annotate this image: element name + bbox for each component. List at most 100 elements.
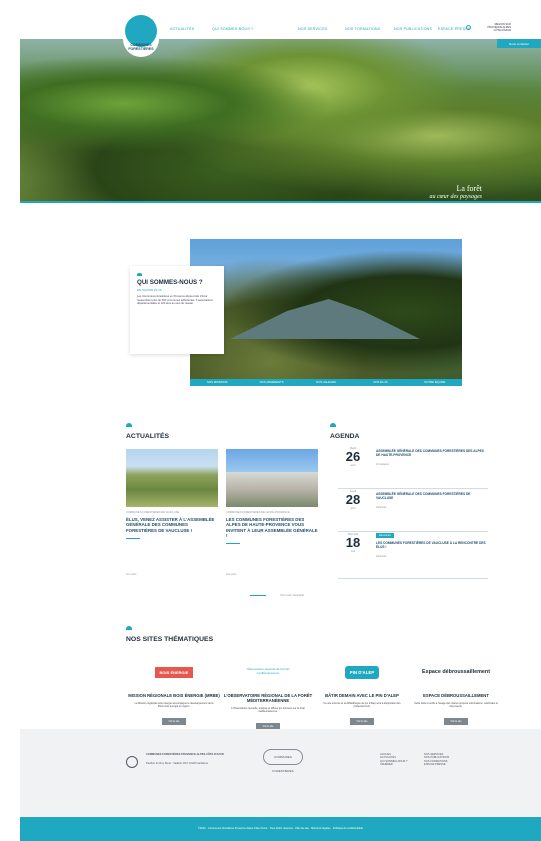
region-logo[interactable]: RÉGION SUD PROVENCE ALPES CÔTE D'AZUR — [483, 23, 512, 32]
site-card: BOIS ÉNERGIE MISSION RÉGIONALE BOIS ÉNER… — [126, 657, 222, 727]
agenda-day: 28 — [345, 492, 361, 507]
footer-links-a: Accueil Actualités Qui sommes-nous ? Adh… — [380, 753, 407, 767]
news-card[interactable]: Communes forestières de Haute-Provence L… — [226, 449, 318, 545]
site-title: BÂTIR DEMAIN AVEC LE PIN D'ALEP — [325, 693, 399, 698]
bois-energie-logo: BOIS ÉNERGIE — [154, 666, 194, 678]
agenda-item-title[interactable]: Les Communes Forestières de Vaucluse à l… — [376, 541, 486, 549]
hero-banner: Nous contacter La forêt au cœur des pays… — [20, 39, 541, 201]
site-button[interactable]: Voir le site — [444, 717, 468, 725]
site-logo[interactable]: PIN D'ALEP — [314, 657, 410, 687]
site-header: COMMUNES FORESTIÈRES Actualités Qui somm… — [20, 9, 541, 57]
footer-link[interactable]: Adhérer — [380, 763, 407, 766]
section-icon — [137, 273, 142, 276]
logo-text: COMMUNES FORESTIÈRES — [128, 43, 154, 51]
news-divider — [226, 543, 240, 545]
agenda-badge: Rencontre — [376, 533, 394, 538]
footer-logo[interactable]: COMMUNES FORESTIÈRES — [263, 749, 303, 773]
agenda-item-title[interactable]: Assemblée générale des Communes Forestiè… — [376, 449, 486, 457]
site-text: Ce site internet et sa bibliothèque de p… — [323, 702, 401, 709]
tab-notre-equipe[interactable]: Notre équipe — [408, 379, 462, 386]
tab-nos-elus[interactable]: Nos élus — [353, 379, 407, 386]
search-icon[interactable] — [466, 25, 471, 30]
agenda-item[interactable]: Mercredi 18 mai Rencontre Les Communes F… — [338, 533, 488, 579]
news-read-more[interactable]: Lire plus — [226, 572, 237, 576]
hero-accent-bar — [20, 201, 541, 203]
debroussaillement-logo: Espace débroussaillement — [421, 669, 490, 675]
site-logo[interactable]: Espace débroussaillement — [408, 657, 504, 687]
pin-alep-logo: PIN D'ALEP — [344, 665, 380, 679]
site-logo[interactable]: COMMUNES FORESTIÈRES — [123, 15, 159, 57]
about-tabs: Nos missions Nos adhérents Nos valeurs N… — [190, 379, 462, 386]
site-text: Cette boîte à outils à l'usage des maire… — [414, 702, 498, 709]
footer-logo-icon — [126, 756, 138, 768]
news-read-more[interactable]: Lire plus — [126, 572, 137, 576]
site-text: La Mission régionale bois énergie accomp… — [134, 702, 214, 709]
agenda-item-title[interactable]: Assemblée générale des Communes Forestiè… — [376, 492, 486, 500]
news-image[interactable] — [226, 449, 318, 507]
site-logo[interactable]: Observatoire régional de la forêt médite… — [220, 657, 316, 687]
site-button[interactable]: Voir le site — [162, 717, 186, 725]
observatoire-logo: Observatoire régional de la forêt médite… — [246, 667, 290, 675]
footer-link[interactable]: Espace presse — [424, 763, 449, 766]
site-card: PIN D'ALEP BÂTIR DEMAIN AVEC LE PIN D'AL… — [314, 657, 410, 727]
site-logo[interactable]: BOIS ÉNERGIE — [126, 657, 222, 687]
agenda-item[interactable]: Jeudi 28 avril Assemblée générale des Co… — [338, 490, 488, 532]
nav-espace-presse[interactable]: Espace presse — [438, 27, 478, 31]
news-pager[interactable] — [250, 595, 266, 596]
agenda-date: Jeudi 28 avril — [338, 490, 368, 510]
about-more-link[interactable]: EN SAVOIR PLUS — [137, 288, 217, 292]
news-card-title[interactable]: Les Communes Forestières des Alpes de Ha… — [226, 517, 318, 538]
page-root: { "header": { "logo_text": "COMMUNES FOR… — [0, 0, 541, 841]
hero-caption-line2: au cœur des paysages — [429, 194, 483, 200]
news-image[interactable] — [126, 449, 218, 507]
news-card[interactable]: Communes forestières de Vaucluse Élus, v… — [126, 449, 218, 539]
agenda-item[interactable]: Mardi 26 avril Assemblée générale des Co… — [338, 447, 488, 489]
agenda-day: 18 — [345, 535, 361, 550]
news-category: Communes forestières de Haute-Provence — [226, 511, 290, 514]
about-box: QUI SOMMES-NOUS ? EN SAVOIR PLUS Les Com… — [130, 266, 224, 354]
hero-caption: La forêt au cœur des paysages — [382, 184, 483, 201]
agenda-month: avril — [350, 507, 356, 510]
about-text: Les Communes forestières en Provence-Alp… — [137, 295, 213, 305]
footer-copyright-bar: ©2022 · Communes forestières Provence-Al… — [20, 817, 541, 841]
agenda-date: Mardi 26 avril — [338, 447, 368, 467]
about-photo — [190, 239, 462, 385]
news-title: ACTUALITÉS — [126, 433, 170, 440]
news-card-title[interactable]: Élus, venez assister à l'assemblée génér… — [126, 517, 218, 533]
nav-nos-formations[interactable]: Nos formations — [345, 27, 385, 31]
agenda-place: Vaucluse — [376, 555, 387, 558]
news-divider — [126, 537, 140, 539]
agenda-date: Mercredi 18 mai — [338, 533, 368, 553]
site-frame: COMMUNES FORESTIÈRES Actualités Qui somm… — [20, 9, 541, 841]
about-title: QUI SOMMES-NOUS ? — [137, 279, 203, 286]
sites-section-icon — [126, 626, 132, 630]
footer-links-b: Nos services Nos publications Nos format… — [424, 753, 449, 767]
site-card: Espace débroussaillement ESPACE DÉBROUSS… — [408, 657, 504, 727]
site-footer: COMMUNES FORESTIÈRES PROVENCE-ALPES-CÔTE… — [20, 729, 541, 817]
agenda-day: 26 — [345, 449, 361, 464]
site-title: ESPACE DÉBROUSSAILLEMENT — [423, 693, 489, 698]
tab-nos-missions[interactable]: Nos missions — [190, 379, 244, 386]
agenda-title: AGENDA — [330, 433, 360, 440]
nav-actualites[interactable]: Actualités — [170, 27, 194, 31]
tab-nos-adherents[interactable]: Nos adhérents — [244, 379, 298, 386]
contact-button[interactable]: Nous contacter — [497, 39, 541, 48]
hero-caption-line1: La forêt — [456, 184, 482, 193]
agenda-month: mai — [350, 550, 356, 553]
nav-qui-sommes-nous[interactable]: Qui sommes-nous ? — [212, 27, 260, 31]
agenda-month: avril — [350, 464, 356, 467]
site-title: L'OBSERVATOIRE RÉGIONAL DE LA FORÊT MÉDI… — [223, 693, 313, 703]
agenda-place: Forcalquier — [376, 463, 389, 466]
news-section-icon — [126, 423, 132, 427]
footer-org: COMMUNES FORESTIÈRES PROVENCE-ALPES-CÔTE… — [146, 753, 224, 756]
all-news-link[interactable]: Voir toute l'actualité — [280, 593, 304, 597]
agenda-place: Vaucluse — [376, 506, 387, 509]
mountain-shape — [230, 299, 420, 339]
nav-nos-publications[interactable]: Nos publications — [394, 27, 434, 31]
site-text: L'Observatoire recueille, analyse et dif… — [231, 707, 305, 714]
tab-nos-valeurs[interactable]: Nos valeurs — [299, 379, 353, 386]
nav-nos-services[interactable]: Nos services — [298, 27, 338, 31]
site-title: MISSION RÉGIONALE BOIS ÉNERGIE (MRBE) — [128, 693, 220, 698]
site-button[interactable]: Voir le site — [350, 717, 374, 725]
footer-address: Pavillon du Roy René · Valabre CD7 13120… — [146, 762, 209, 765]
